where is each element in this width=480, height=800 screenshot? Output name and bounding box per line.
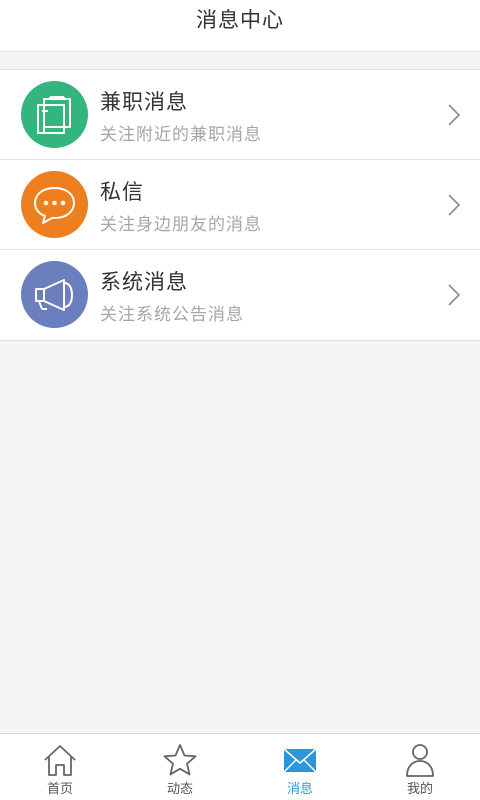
message-title: 系统消息 — [100, 270, 188, 294]
chevron-right-icon — [448, 104, 460, 126]
page-title: 消息中心 — [196, 8, 284, 32]
message-title: 兼职消息 — [100, 90, 188, 114]
message-item-private[interactable]: 私信 关注身边朋友的消息 — [0, 160, 480, 250]
message-item-system[interactable]: 系统消息 关注系统公告消息 — [0, 250, 480, 340]
suitcase-icon — [21, 81, 88, 148]
chevron-right-icon — [448, 194, 460, 216]
bottom-tab-bar: 首页 动态 消息 我的 — [0, 733, 480, 800]
chevron-right-icon — [448, 284, 460, 306]
message-item-parttime[interactable]: 兼职消息 关注附近的兼职消息 — [0, 70, 480, 160]
tab-label: 首页 — [46, 782, 73, 797]
tab-mine[interactable]: 我的 — [360, 734, 480, 800]
message-title: 私信 — [100, 180, 144, 204]
star-icon — [163, 744, 197, 776]
mail-icon — [283, 748, 317, 773]
tab-label: 动态 — [166, 782, 193, 797]
message-list: 兼职消息 关注附近的兼职消息 私信 关注身边朋友的消息 系统消息 关注系统公告消… — [0, 69, 480, 341]
megaphone-icon — [21, 261, 88, 328]
tab-label: 消息 — [286, 782, 313, 797]
message-subtitle: 关注附近的兼职消息 — [100, 125, 262, 145]
user-icon — [406, 744, 434, 777]
header-bar: 消息中心 — [0, 0, 480, 52]
message-subtitle: 关注系统公告消息 — [100, 305, 244, 325]
chat-bubble-icon — [21, 171, 88, 238]
message-subtitle: 关注身边朋友的消息 — [100, 215, 262, 235]
tab-home[interactable]: 首页 — [0, 734, 120, 800]
tab-messages[interactable]: 消息 — [240, 734, 360, 800]
home-icon — [44, 745, 76, 776]
tab-label: 我的 — [406, 782, 433, 797]
tab-feed[interactable]: 动态 — [120, 734, 240, 800]
